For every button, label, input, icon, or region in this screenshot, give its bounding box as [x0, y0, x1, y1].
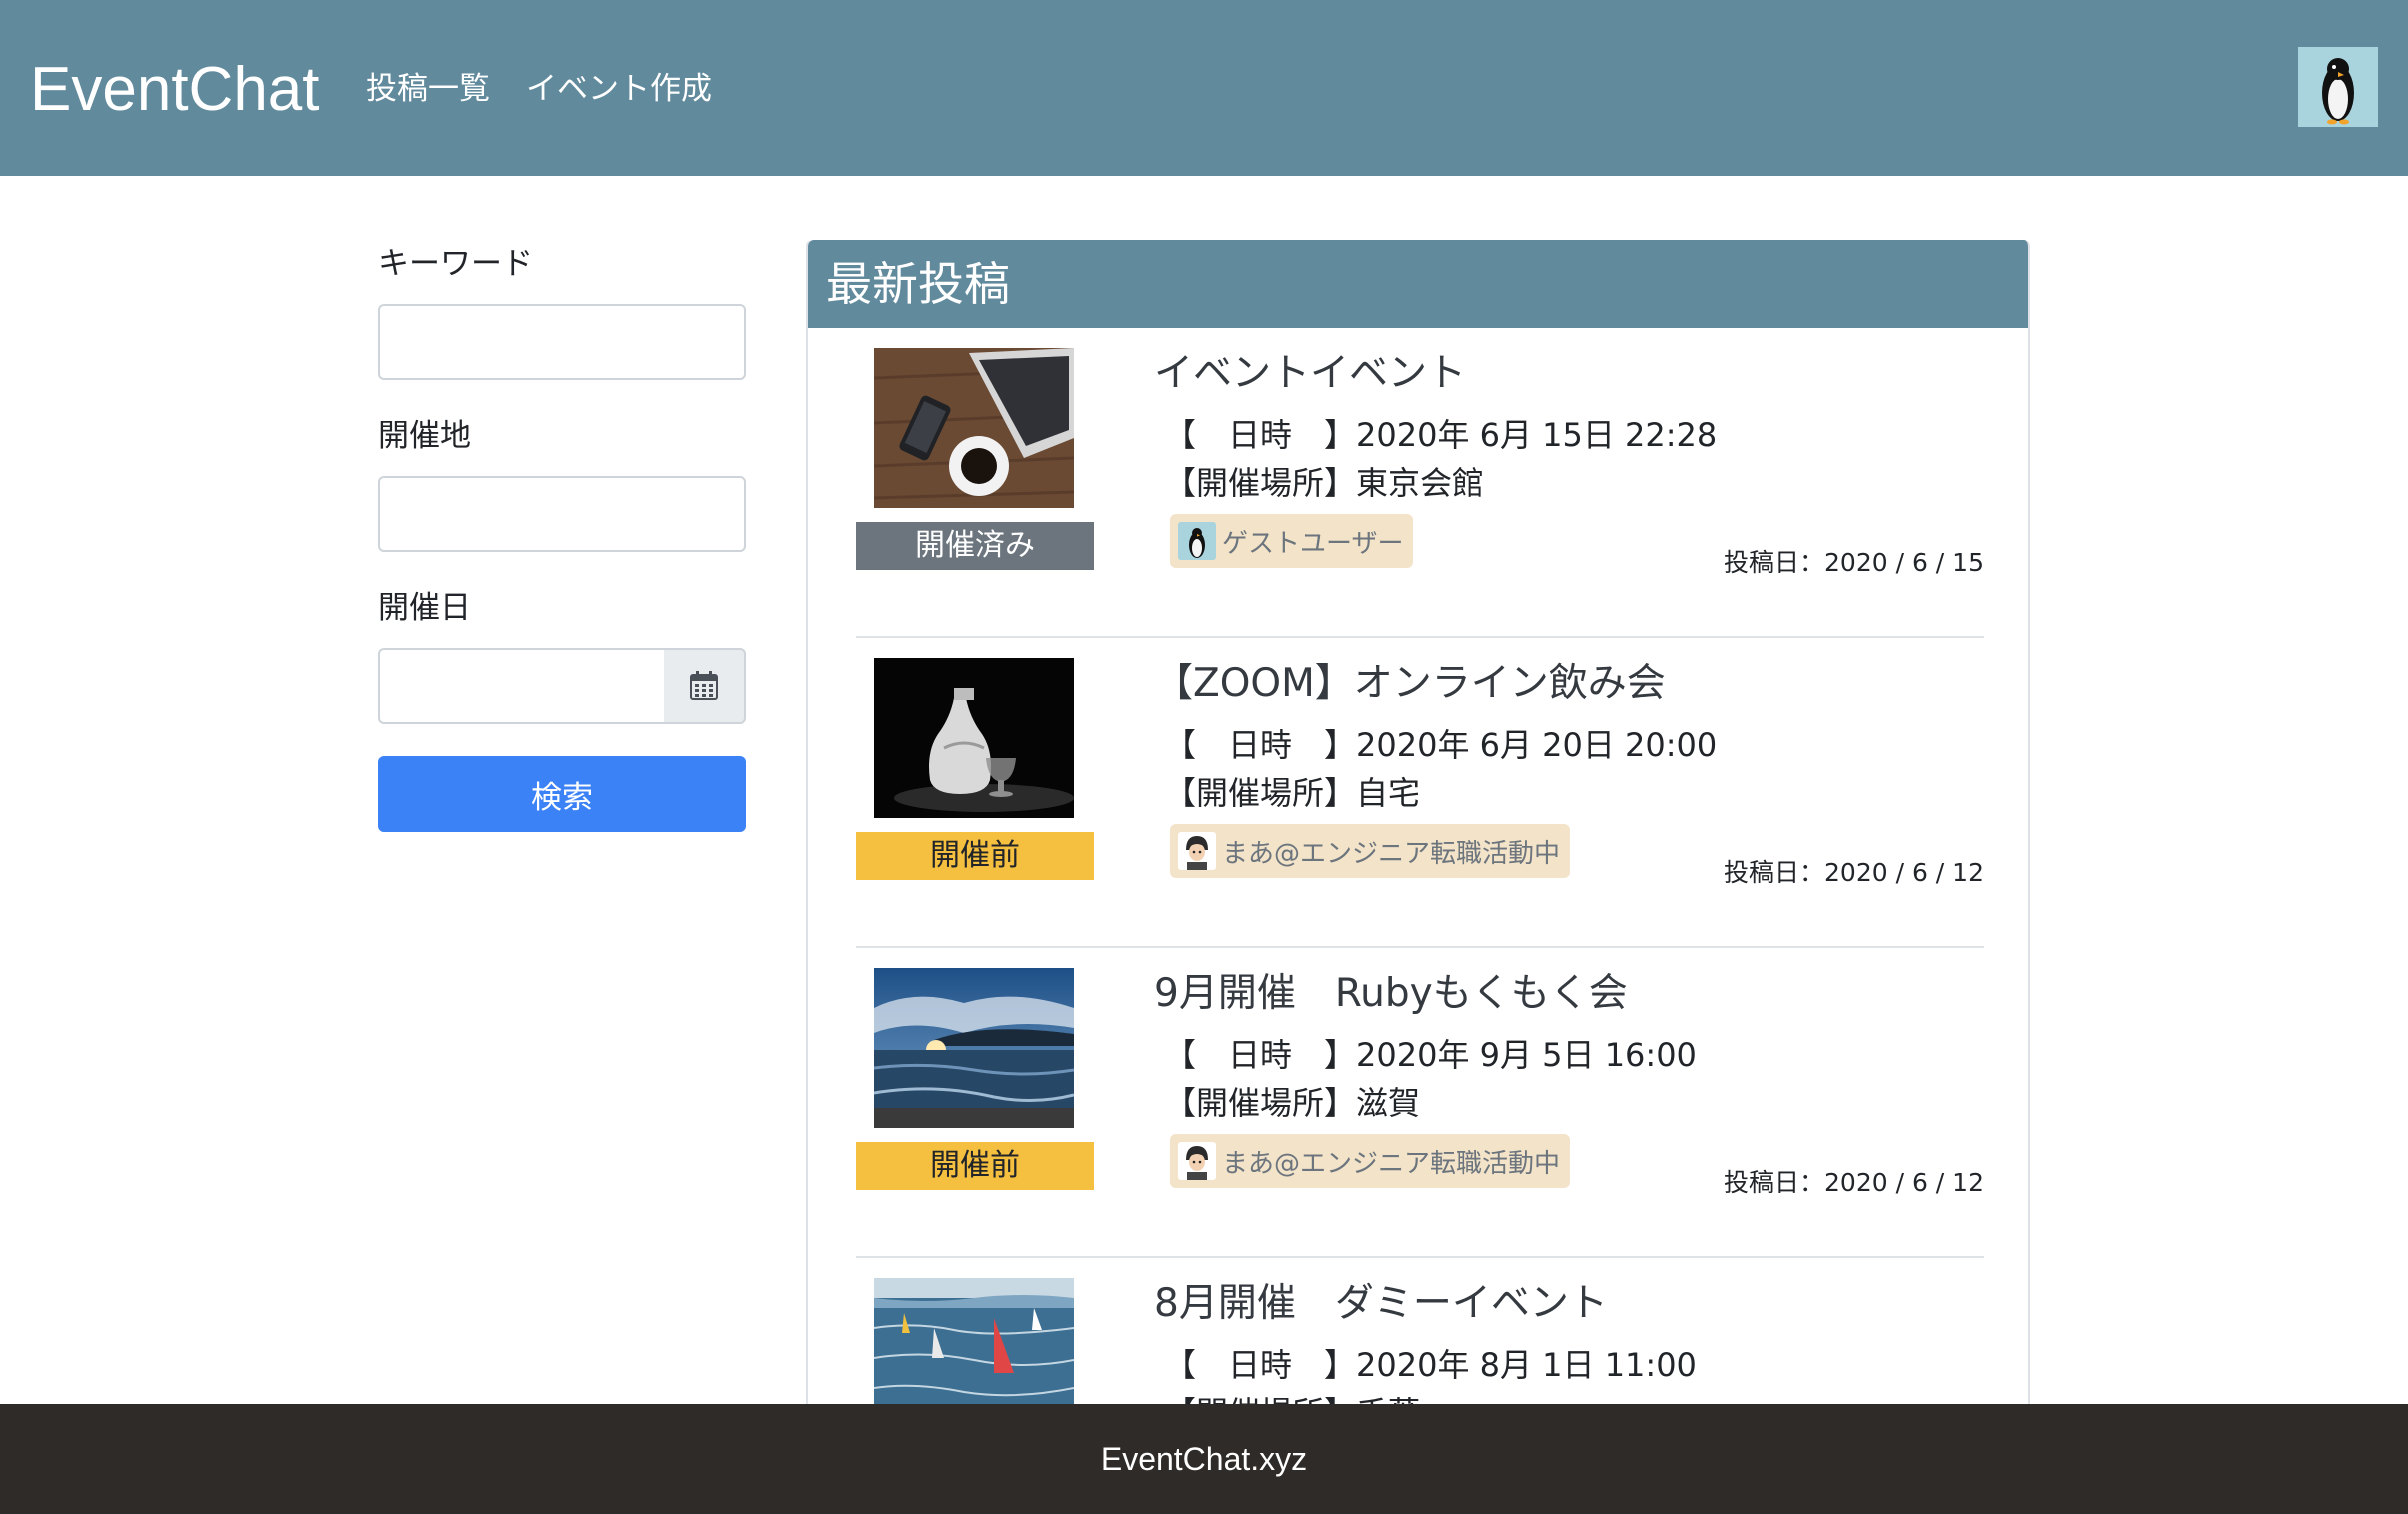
- penguin-icon: [1178, 522, 1216, 560]
- brand-logo[interactable]: EventChat: [30, 52, 320, 128]
- datetime-label: 【 日時 】: [1164, 1346, 1357, 1384]
- post-place: 自宅: [1356, 774, 1421, 812]
- date-label: 開催日: [378, 590, 471, 626]
- user-avatar-icon: [1178, 832, 1216, 870]
- panel-header: 最新投稿: [808, 240, 2028, 328]
- footer-text[interactable]: EventChat.xyz: [1101, 1441, 1307, 1478]
- place-row-label: 【開催場所】: [1164, 1084, 1357, 1122]
- footer: EventChat.xyz: [0, 1404, 2408, 1514]
- post-date: 投稿日：2020 / 6 / 12: [1724, 858, 1984, 887]
- place-label: 開催地: [378, 418, 471, 454]
- post-item[interactable]: 開催済み イベントイベント 【 日時 】2020年 6月 15日 22:28 【…: [856, 328, 1984, 638]
- place-input[interactable]: [378, 476, 746, 552]
- post-datetime-row: 【 日時 】2020年 6月 20日 20:00: [1164, 722, 1717, 768]
- post-date: 投稿日：2020 / 6 / 12: [1724, 1168, 1984, 1197]
- post-thumbnail[interactable]: [874, 658, 1074, 818]
- nav-link-posts[interactable]: 投稿一覧: [366, 66, 490, 112]
- search-button[interactable]: 検索: [378, 756, 746, 832]
- penguin-icon: [2298, 47, 2378, 127]
- place-row-label: 【開催場所】: [1164, 464, 1357, 502]
- status-badge: 開催前: [856, 832, 1094, 880]
- user-name: まあ@エンジニア転職活動中: [1222, 1148, 1561, 1179]
- post-datetime: 2020年 8月 1日 11:00: [1356, 1346, 1697, 1384]
- sake-bottle-image: [874, 658, 1074, 818]
- post-datetime: 2020年 9月 5日 16:00: [1356, 1036, 1697, 1074]
- user-avatar[interactable]: [2298, 47, 2378, 127]
- post-place-row: 【開催場所】東京会館: [1164, 460, 1484, 506]
- post-datetime-row: 【 日時 】2020年 6月 15日 22:28: [1164, 412, 1717, 458]
- user-name: まあ@エンジニア転職活動中: [1222, 838, 1561, 869]
- post-place: 東京会館: [1356, 464, 1485, 502]
- user-name: ゲストユーザー: [1222, 528, 1404, 559]
- status-badge: 開催済み: [856, 522, 1094, 570]
- user-badge[interactable]: まあ@エンジニア転職活動中: [1170, 1134, 1571, 1188]
- post-place: 滋賀: [1356, 1084, 1421, 1122]
- post-item[interactable]: 開催前 9月開催 Rubyもくもく会 【 日時 】2020年 9月 5日 16:…: [856, 948, 1984, 1258]
- datetime-label: 【 日時 】: [1164, 726, 1357, 764]
- date-picker-button[interactable]: [664, 648, 746, 724]
- calendar-icon: [690, 671, 718, 700]
- post-datetime-row: 【 日時 】2020年 9月 5日 16:00: [1164, 1032, 1697, 1078]
- sunset-sea-image: [874, 968, 1074, 1128]
- keyword-input[interactable]: [378, 304, 746, 380]
- status-badge: 開催前: [856, 1142, 1094, 1190]
- keyword-label: キーワード: [378, 246, 533, 282]
- post-thumbnail[interactable]: [874, 968, 1074, 1128]
- post-title[interactable]: 8月開催 ダミーイベント: [1154, 1276, 1608, 1332]
- post-title[interactable]: イベントイベント: [1154, 346, 1466, 402]
- post-datetime: 2020年 6月 20日 20:00: [1356, 726, 1718, 764]
- post-datetime-row: 【 日時 】2020年 8月 1日 11:00: [1164, 1342, 1697, 1388]
- post-title[interactable]: 9月開催 Rubyもくもく会: [1154, 966, 1628, 1022]
- datetime-label: 【 日時 】: [1164, 1036, 1357, 1074]
- datetime-label: 【 日時 】: [1164, 416, 1357, 454]
- panel-title: 最新投稿: [826, 257, 1010, 311]
- latest-posts-panel: 最新投稿 開催済み イベントイベント 【 日時 】2020年 6月 15日 22…: [806, 240, 2030, 1480]
- user-badge[interactable]: ゲストユーザー: [1170, 514, 1414, 568]
- date-input[interactable]: [378, 648, 666, 724]
- post-place-row: 【開催場所】滋賀: [1164, 1080, 1420, 1126]
- user-avatar-icon: [1178, 1142, 1216, 1180]
- nav-link-create-event[interactable]: イベント作成: [526, 66, 712, 112]
- top-navbar: EventChat 投稿一覧 イベント作成: [0, 0, 2408, 176]
- laptop-coffee-image: [874, 348, 1074, 508]
- user-badge[interactable]: まあ@エンジニア転職活動中: [1170, 824, 1571, 878]
- post-title[interactable]: 【ZOOM】オンライン飲み会: [1154, 656, 1666, 712]
- place-row-label: 【開催場所】: [1164, 774, 1357, 812]
- post-thumbnail[interactable]: [874, 348, 1074, 508]
- post-datetime: 2020年 6月 15日 22:28: [1356, 416, 1718, 454]
- post-date: 投稿日：2020 / 6 / 15: [1724, 548, 1984, 577]
- post-place-row: 【開催場所】自宅: [1164, 770, 1420, 816]
- post-item[interactable]: 開催前 【ZOOM】オンライン飲み会 【 日時 】2020年 6月 20日 20…: [856, 638, 1984, 948]
